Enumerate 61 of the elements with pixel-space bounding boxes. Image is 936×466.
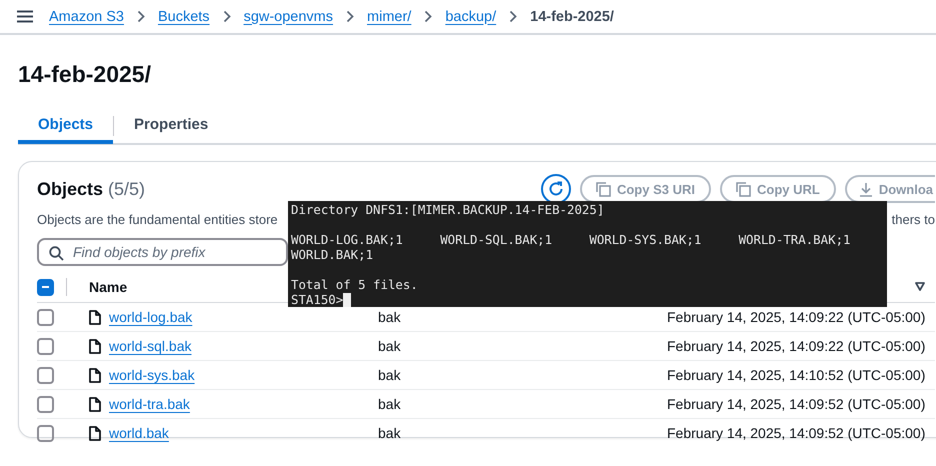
row-checkbox[interactable] xyxy=(37,424,54,442)
table-cell: February 14, 2025, 14:10:52 (UTC-05:00) xyxy=(667,367,926,383)
breadcrumb-link[interactable]: sgw-openvms xyxy=(244,8,334,24)
object-link[interactable]: world.bak xyxy=(109,425,169,441)
current-breadcrumb: 14-feb-2025/ xyxy=(530,8,614,24)
table-cell-text: bak xyxy=(378,425,402,441)
chevron-icon xyxy=(424,10,432,23)
terminal-line: WORLD.BAK;1 xyxy=(291,247,374,262)
menu-icon[interactable] xyxy=(17,10,33,23)
chevron-icon xyxy=(136,10,145,23)
object-link[interactable]: world-sys.bak xyxy=(109,367,195,383)
terminal-prompt: STA150> xyxy=(291,292,344,307)
cursor xyxy=(343,292,352,306)
row-checkbox[interactable] xyxy=(37,396,54,412)
column-header[interactable]: Name xyxy=(89,279,128,295)
file-icon xyxy=(89,338,101,354)
file-icon xyxy=(89,426,101,440)
refresh-button[interactable] xyxy=(540,174,571,204)
table-cell: February 14, 2025, 14:09:52 (UTC-05:00) xyxy=(667,396,926,412)
breadcrumb-link[interactable]: Amazon S3 xyxy=(49,8,124,24)
row-checkbox[interactable] xyxy=(37,308,54,326)
object-link[interactable]: world-log.bak xyxy=(109,309,192,325)
refresh-icon xyxy=(546,180,565,198)
row-checkbox[interactable] xyxy=(37,338,54,354)
panel-description: Objects are the fundamental entities store xyxy=(37,211,278,229)
terminal-line: Total of 5 files. xyxy=(291,277,419,292)
breadcrumb-link[interactable]: Buckets xyxy=(158,8,210,24)
tab[interactable]: Properties xyxy=(114,109,228,144)
file-icon xyxy=(89,310,101,324)
table-cell-text: bak xyxy=(378,367,402,383)
download-button[interactable]: Downloa xyxy=(844,175,935,203)
copy-button[interactable]: Copy URL xyxy=(720,175,836,203)
object-link[interactable]: world-sql.bak xyxy=(109,338,192,354)
tab[interactable]: Objects xyxy=(18,109,114,144)
select-all-checkbox[interactable] xyxy=(37,278,54,296)
search-field[interactable]: Find objects by prefix xyxy=(37,238,288,266)
sort-icon[interactable] xyxy=(915,282,925,291)
table-cell-text: bak xyxy=(378,338,402,354)
table-cell: February 14, 2025, 14:09:22 (UTC-05:00) xyxy=(667,338,926,354)
table-cell-text: bak xyxy=(378,396,402,412)
chevron-icon xyxy=(222,10,231,23)
file-icon xyxy=(89,396,101,412)
object-link[interactable]: world-tra.bak xyxy=(109,396,190,412)
table-cell-text: bak xyxy=(378,309,402,325)
table-cell: February 14, 2025, 14:09:22 (UTC-05:00) xyxy=(667,309,926,325)
page-title: 14-feb-2025/ xyxy=(18,60,152,88)
panel-heading: Objects (5/5) xyxy=(37,178,146,200)
download-icon xyxy=(858,182,873,196)
file-icon xyxy=(89,368,101,382)
table-cell: February 14, 2025, 14:09:52 (UTC-05:00) xyxy=(667,425,926,441)
copy-icon xyxy=(596,182,611,196)
terminal-line: Directory DNFS1:[MIMER.BACKUP.14-FEB-2025] xyxy=(291,202,606,217)
chevron-icon xyxy=(509,10,518,23)
panel-description: thers to xyxy=(892,211,935,229)
terminal-line: WORLD-LOG.BAK;1 WORLD-SQL.BAK;1 WORLD-SYS.BAK;1 WORLD-TRA.BAK;1 xyxy=(291,232,852,247)
copy-button[interactable]: Copy S3 URI xyxy=(580,175,711,203)
row-checkbox[interactable] xyxy=(37,366,54,384)
copy-icon xyxy=(736,182,751,196)
chevron-icon xyxy=(346,10,354,23)
breadcrumb-link[interactable]: mimer/ xyxy=(367,8,412,24)
breadcrumb-link[interactable]: backup/ xyxy=(445,8,496,24)
